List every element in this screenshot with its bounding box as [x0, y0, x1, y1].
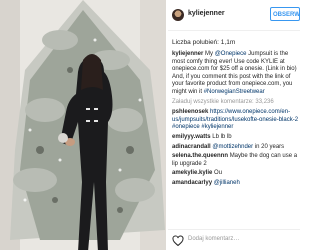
- comment-username[interactable]: amandacarlyy: [172, 180, 212, 186]
- heart-icon[interactable]: [172, 235, 184, 247]
- comments-list: kyliejenner My @Onepiece Jumpsuit is the…: [172, 51, 300, 190]
- comment-username[interactable]: adinacrandall: [172, 144, 211, 150]
- caption-text: My: [203, 51, 215, 57]
- load-more-comments-link[interactable]: Załaduj wszystkie komentarze: 33,236: [172, 99, 300, 107]
- comment-text: Lb lb lb: [212, 133, 232, 140]
- comment-username[interactable]: selena.the.queennn: [172, 153, 228, 159]
- list-item: selena.the.queennn Maybe the dog can use…: [172, 153, 300, 168]
- post-sidebar: kyliejenner OBSERWUJ Liczba polubień: 1,…: [168, 0, 300, 250]
- list-item: adinacrandall @mottizehnder in 20 years: [172, 144, 300, 152]
- follow-button[interactable]: OBSERWUJ: [270, 7, 300, 21]
- caption-hashtag[interactable]: #NorwegianStreetwear: [204, 89, 265, 95]
- comment-username[interactable]: pshleenosek: [172, 109, 208, 115]
- likes-count[interactable]: Liczba polubień: 1,1m: [172, 39, 235, 46]
- caption: kyliejenner My @Onepiece Jumpsuit is the…: [172, 51, 300, 97]
- comment-text: in 20 years: [253, 143, 285, 150]
- comment-mention[interactable]: @mottizehnder: [212, 144, 253, 150]
- caption-mention[interactable]: @Onepiece: [215, 51, 247, 57]
- caption-username[interactable]: kyliejenner: [172, 51, 203, 57]
- comment-mention[interactable]: @jillianeh: [214, 180, 240, 186]
- avatar[interactable]: [172, 9, 184, 21]
- comment-username[interactable]: emilyyy.watts: [172, 134, 211, 140]
- username-link[interactable]: kyliejenner: [188, 10, 225, 17]
- list-item: pshleenosek https://www.onepiece.com/en-…: [172, 109, 300, 132]
- list-item: amekylie.kylie Ou: [172, 170, 300, 178]
- comment-bar: Dodaj komentarz…: [168, 229, 300, 251]
- comment-input[interactable]: Dodaj komentarz…: [188, 236, 239, 242]
- christmas-tree-photo: [0, 0, 166, 250]
- comment-hashtag[interactable]: #onepiece #kyliejenner: [172, 124, 233, 130]
- comment-text: Ou: [214, 170, 223, 177]
- post-header: kyliejenner OBSERWUJ: [168, 0, 300, 31]
- list-item: amandacarlyy @jillianeh: [172, 180, 300, 188]
- comment-username[interactable]: amekylie.kylie: [172, 170, 212, 176]
- list-item: emilyyy.watts Lb lb lb: [172, 134, 300, 142]
- post-photo[interactable]: [0, 0, 166, 250]
